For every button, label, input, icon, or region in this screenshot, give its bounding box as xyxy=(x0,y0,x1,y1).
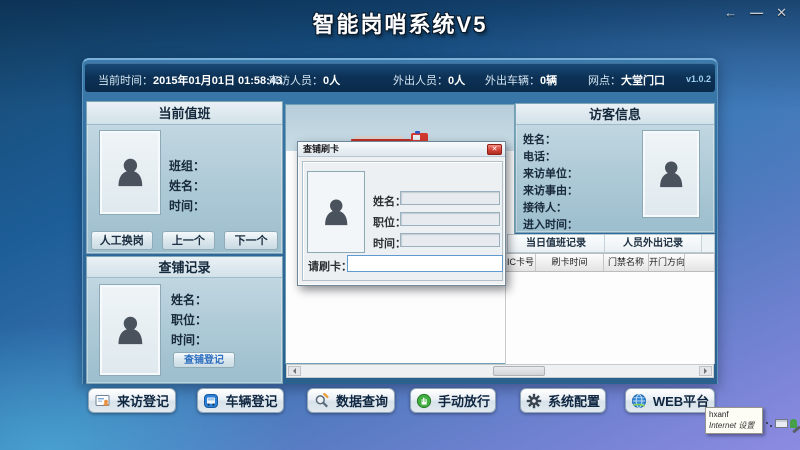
visitor-name-label: 姓名： xyxy=(523,131,556,147)
duty-team-label: 班组： xyxy=(169,157,205,174)
visitor-photo-placeholder xyxy=(642,130,700,218)
person-silhouette-icon xyxy=(320,196,352,228)
system-config-icon xyxy=(526,393,542,409)
status-site: 网点：大堂门口 xyxy=(588,72,665,88)
person-silhouette-icon xyxy=(113,313,148,348)
dialog-title: 查铺刷卡 xyxy=(298,142,505,157)
web-platform-icon xyxy=(631,393,647,409)
visitor-register-icon xyxy=(95,393,111,409)
status-vehicle-count: 外出车辆：0辆 xyxy=(485,72,557,88)
dialog-close-icon[interactable]: ✕ xyxy=(487,144,502,155)
column-ic-card: IC卡号 xyxy=(506,254,536,271)
close-icon[interactable]: ✕ xyxy=(776,5,787,21)
dialog-position-input[interactable] xyxy=(400,212,500,226)
records-table-header: IC卡号 刷卡时间 门禁名称 开门方向 xyxy=(505,253,715,272)
column-door-name: 门禁名称 xyxy=(604,254,649,271)
manual-release-button[interactable]: 手动放行 xyxy=(410,388,496,413)
status-outgoing-count: 外出人员：0人 xyxy=(393,72,465,88)
prev-button[interactable]: 上一个 xyxy=(162,231,216,250)
visitor-reason-label: 来访事由： xyxy=(523,182,578,198)
duty-panel-title: 当前值班 xyxy=(87,102,282,125)
duty-photo-placeholder xyxy=(99,130,161,215)
visitor-phone-label: 电话： xyxy=(523,148,556,164)
column-filler xyxy=(685,254,714,271)
next-button[interactable]: 下一个 xyxy=(224,231,278,250)
tab-duty-records[interactable]: 当日值班记录 xyxy=(508,235,605,252)
person-silhouette-icon xyxy=(113,155,148,190)
tooltip-subtitle: Internet 设置 xyxy=(709,421,759,432)
duty-name-label: 姓名： xyxy=(169,177,205,194)
web-platform-button[interactable]: WEB平台 xyxy=(625,388,715,413)
dialog-time-input[interactable] xyxy=(400,233,500,247)
bedcheck-swipe-dialog: 查铺刷卡 ✕ 姓名： 职位： 时间： 请刷卡： xyxy=(297,141,506,286)
column-swipe-time: 刷卡时间 xyxy=(536,254,604,271)
swipe-card-label: 请刷卡： xyxy=(308,258,352,274)
records-tabs: 当日值班记录 人员外出记录 xyxy=(507,234,715,253)
window-controls: ← — ✕ xyxy=(724,5,787,21)
inspection-panel: 查铺记录 姓名： 职位： 时间： 查铺登记 xyxy=(86,256,283,384)
horizontal-scrollbar[interactable] xyxy=(286,364,714,378)
visitor-entertime-label: 进入时间： xyxy=(523,216,578,232)
duty-time-label: 时间： xyxy=(169,197,205,214)
scroll-left-arrow-icon[interactable] xyxy=(288,366,301,376)
manual-release-icon xyxy=(416,393,432,409)
back-icon[interactable]: ← xyxy=(724,5,737,21)
keyboard-icon[interactable] xyxy=(775,419,788,428)
vehicle-register-icon xyxy=(203,393,219,409)
scroll-right-arrow-icon[interactable] xyxy=(699,366,712,376)
data-query-button[interactable]: 数据查询 xyxy=(307,388,395,413)
column-open-direction: 开门方向 xyxy=(649,254,685,271)
records-table-body xyxy=(505,272,715,364)
system-config-button[interactable]: 系统配置 xyxy=(520,388,606,413)
vehicle-register-button[interactable]: 车辆登记 xyxy=(197,388,284,413)
inspection-name-label: 姓名： xyxy=(171,291,207,308)
inspection-photo-placeholder xyxy=(99,284,161,376)
status-current-time: 当前时间：2015年01月01日 01:58:43 xyxy=(98,72,282,88)
data-query-icon xyxy=(314,393,330,409)
scrollbar-thumb[interactable] xyxy=(493,366,545,376)
visitor-register-button[interactable]: 来访登记 xyxy=(88,388,176,413)
inspection-register-button[interactable]: 查铺登记 xyxy=(173,352,235,368)
duty-panel: 当前值班 班组： 姓名： 时间： 人工换岗 上一个 下一个 xyxy=(86,101,283,254)
app-title: 智能岗哨系统V5 xyxy=(0,7,800,39)
inspection-panel-title: 查铺记录 xyxy=(87,257,282,278)
status-visitor-count: 来访人员：0人 xyxy=(268,72,340,88)
visitor-company-label: 来访单位： xyxy=(523,165,578,181)
visitor-host-label: 接待人： xyxy=(523,199,567,215)
visitor-panel: 访客信息 姓名： 电话： 来访单位： 来访事由： 接待人： 进入时间： xyxy=(515,103,715,233)
minimize-icon[interactable]: — xyxy=(750,5,763,21)
tab-outgoing-records[interactable]: 人员外出记录 xyxy=(605,235,702,252)
tooltip-title: hxanf xyxy=(709,410,759,421)
language-tooltip: hxanf Internet 设置 xyxy=(705,407,763,434)
dialog-name-input[interactable] xyxy=(400,191,500,205)
input-method-icon[interactable] xyxy=(766,422,773,427)
swipe-card-input[interactable] xyxy=(347,255,503,272)
inspection-position-label: 职位： xyxy=(171,311,207,328)
person-silhouette-icon xyxy=(655,158,687,190)
dialog-body: 姓名： 职位： 时间： 请刷卡： xyxy=(302,161,503,281)
inspection-time-label: 时间： xyxy=(171,331,207,348)
visitor-panel-title: 访客信息 xyxy=(516,104,714,125)
manual-shift-button[interactable]: 人工换岗 xyxy=(91,231,153,250)
status-bar: 当前时间：2015年01月01日 01:58:43 来访人员：0人 外出人员：0… xyxy=(85,63,715,92)
dialog-photo-placeholder xyxy=(307,171,365,253)
version-label: v1.0.2 xyxy=(686,74,711,84)
